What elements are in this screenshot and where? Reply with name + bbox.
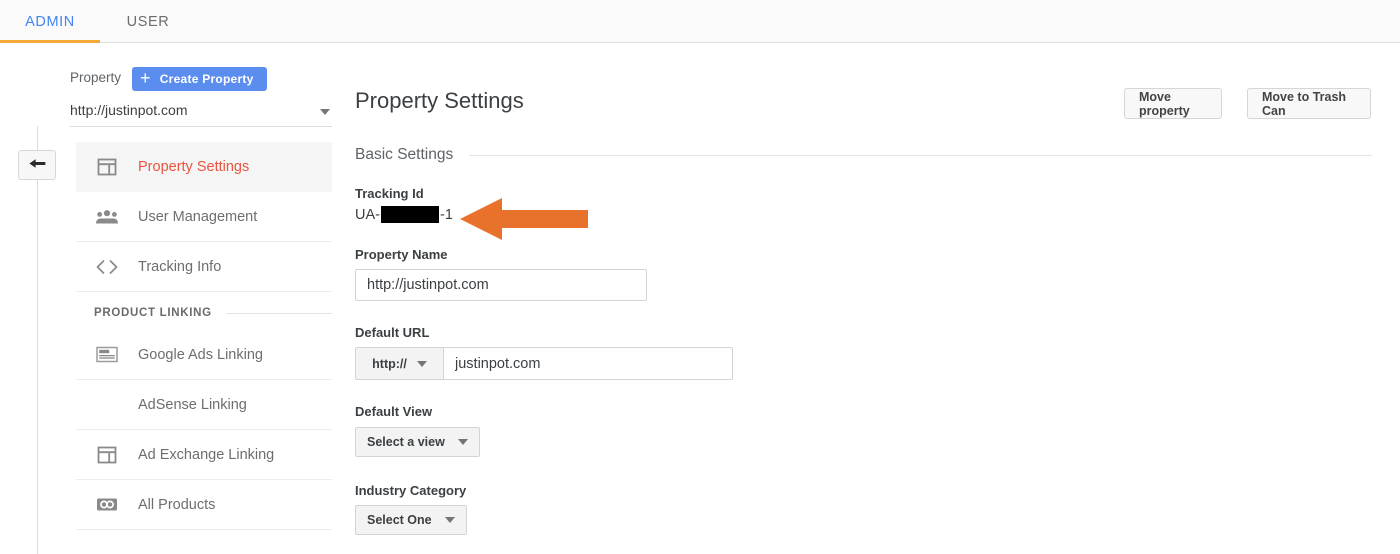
annotation-arrow-left-icon	[460, 198, 588, 240]
sidebar-item-property-settings[interactable]: Property Settings	[76, 142, 332, 192]
tracking-id-redaction-bar	[380, 206, 439, 223]
sidebar-item-label: User Management	[138, 208, 258, 225]
sidebar-group-divider	[225, 312, 332, 314]
tab-admin-label: ADMIN	[25, 13, 75, 30]
tracking-id-suffix: -1	[439, 206, 453, 223]
app-root: ADMIN USER Property + Create Property ht…	[0, 0, 1400, 554]
ad-card-icon	[94, 344, 120, 366]
chevron-down-icon	[444, 517, 455, 523]
move-property-label: Move property	[1139, 89, 1190, 118]
industry-category-label: Industry Category	[355, 483, 467, 498]
default-url-scheme-dropdown[interactable]: http://	[355, 347, 443, 380]
default-url-group: http://	[355, 347, 733, 380]
industry-category-value: Select One	[367, 513, 432, 527]
industry-category-select[interactable]: Select One	[355, 505, 467, 535]
tab-active-underline	[0, 40, 100, 43]
sidebar-item-label: Ad Exchange Linking	[138, 446, 275, 463]
sidebar-nav: Property Settings User Management Tracki…	[76, 142, 332, 530]
page-title: Property Settings	[355, 88, 524, 113]
chevron-down-icon	[320, 109, 330, 115]
code-brackets-icon	[94, 256, 120, 278]
layout-window-icon	[94, 444, 120, 466]
sidebar-item-tracking-info[interactable]: Tracking Info	[76, 242, 332, 292]
move-property-button[interactable]: Move property	[1124, 88, 1222, 119]
left-rail-divider	[37, 126, 38, 554]
sidebar-item-label: AdSense Linking	[138, 396, 247, 413]
tracking-id-label: Tracking Id	[355, 186, 424, 201]
sidebar-item-label: Property Settings	[138, 158, 250, 175]
default-url-scheme-value: http://	[372, 356, 407, 371]
sidebar-item-label: Google Ads Linking	[138, 346, 263, 363]
back-arrow-button[interactable]	[18, 150, 56, 180]
top-tab-bar: ADMIN USER	[0, 0, 1400, 43]
basic-settings-section-header: Basic Settings	[355, 146, 1372, 164]
back-arrow-icon	[28, 158, 45, 168]
property-name-label: Property Name	[355, 247, 448, 262]
default-view-label: Default View	[355, 404, 433, 419]
property-name-input[interactable]	[355, 269, 647, 301]
move-to-trash-label: Move to Trash Can	[1262, 89, 1347, 118]
section-divider	[469, 154, 1372, 156]
sidebar-item-label: Tracking Info	[138, 258, 222, 275]
sidebar-item-ad-exchange-linking[interactable]: Ad Exchange Linking	[76, 430, 332, 480]
section-title: Basic Settings	[355, 146, 454, 163]
create-property-label: Create Property	[159, 72, 254, 86]
property-dropdown-value: http://justinpot.com	[70, 102, 188, 118]
sidebar-item-google-ads-linking[interactable]: Google Ads Linking	[76, 330, 332, 380]
sidebar-group-title: PRODUCT LINKING	[94, 307, 212, 319]
people-group-icon	[94, 206, 120, 228]
sidebar-item-all-products[interactable]: All Products	[76, 480, 332, 530]
chevron-down-icon	[457, 439, 468, 445]
create-property-button[interactable]: + Create Property	[132, 67, 267, 91]
chevron-down-icon	[416, 360, 427, 367]
tracking-id-prefix: UA-	[355, 206, 380, 223]
property-dropdown[interactable]: http://justinpot.com	[70, 101, 332, 127]
property-label: Property	[70, 70, 122, 85]
default-view-value: Select a view	[367, 435, 445, 449]
default-view-select[interactable]: Select a view	[355, 427, 480, 457]
sidebar-item-adsense-linking[interactable]: AdSense Linking	[76, 380, 332, 430]
default-url-input[interactable]	[443, 347, 733, 380]
sidebar-item-label: All Products	[138, 496, 216, 513]
tab-user-label: USER	[126, 13, 170, 30]
tracking-id-value: UA- -1	[355, 206, 453, 223]
layout-window-icon	[94, 156, 120, 178]
sidebar-group-product-linking: PRODUCT LINKING	[76, 296, 332, 330]
link-chain-icon	[94, 494, 120, 516]
plus-icon: +	[140, 68, 151, 88]
default-url-label: Default URL	[355, 325, 430, 340]
tab-user[interactable]: USER	[100, 0, 196, 43]
move-to-trash-button[interactable]: Move to Trash Can	[1247, 88, 1371, 119]
sidebar-item-user-management[interactable]: User Management	[76, 192, 332, 242]
tab-admin[interactable]: ADMIN	[0, 0, 100, 43]
